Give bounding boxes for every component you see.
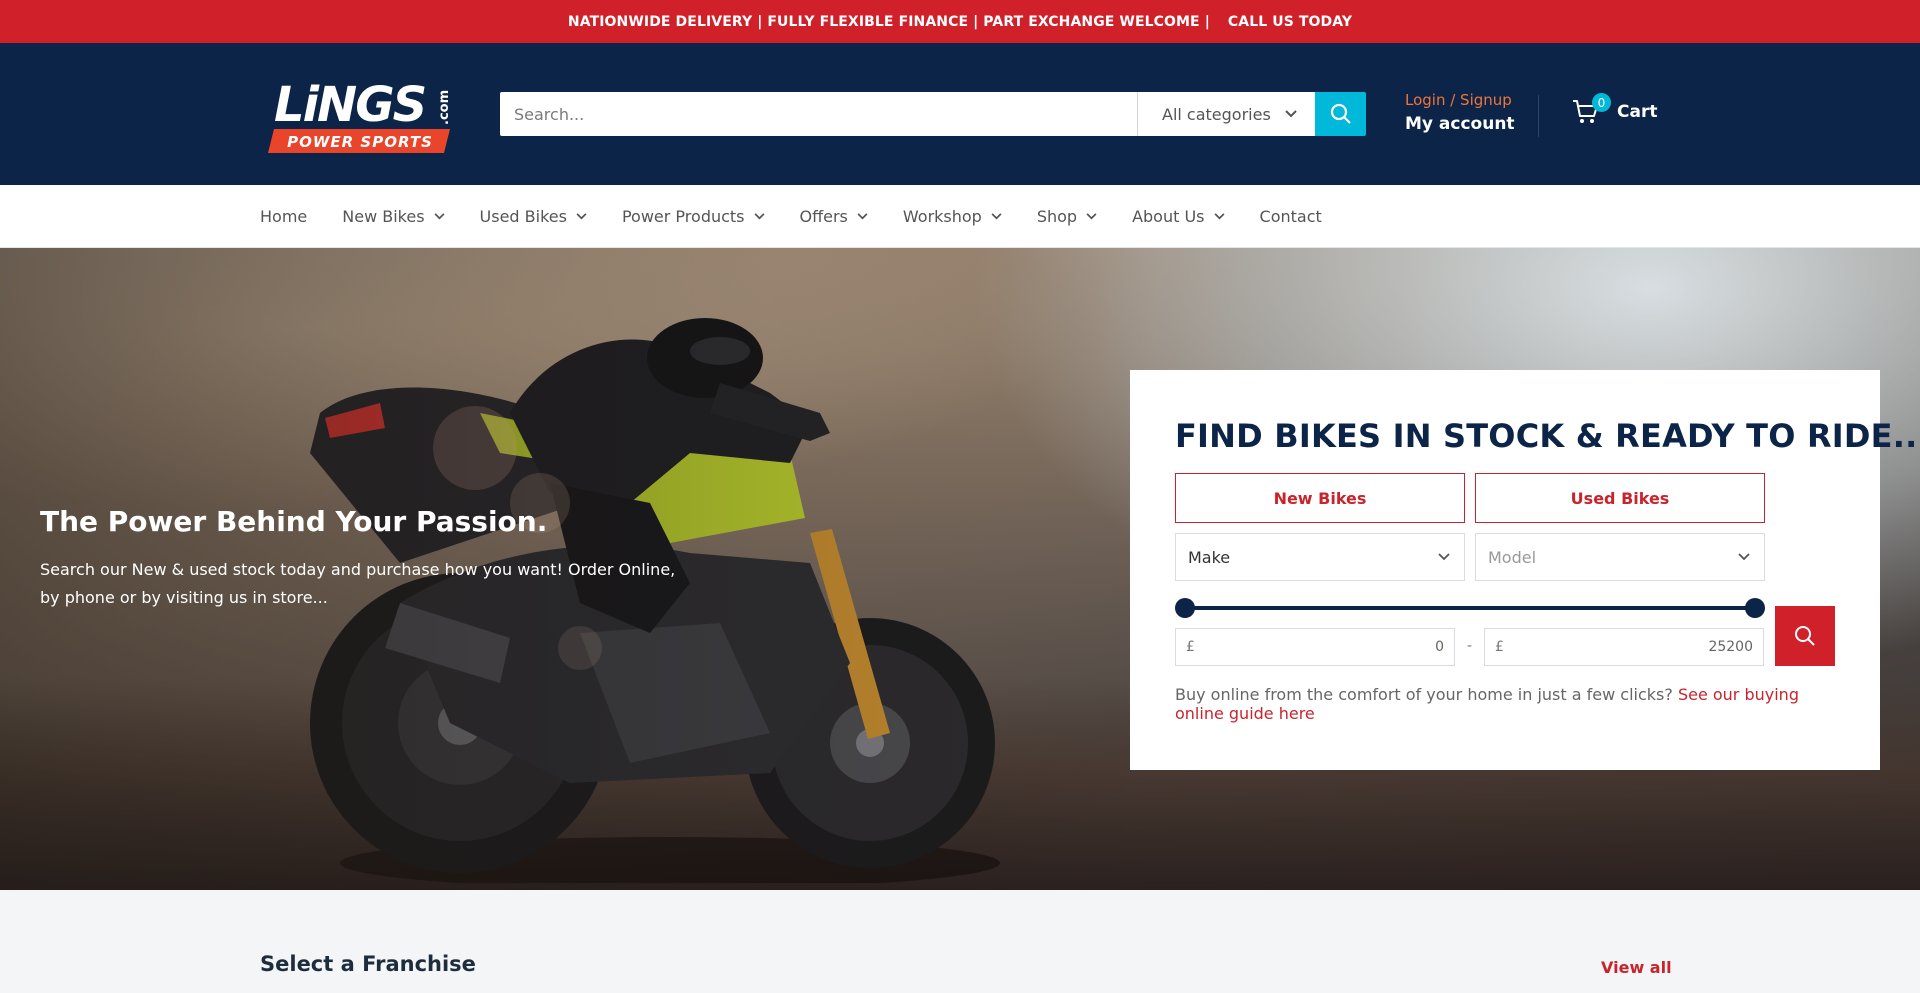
site-header: LiNGS .com POWER SPORTS All categories L…: [0, 43, 1920, 185]
nav-power-products[interactable]: Power Products: [622, 207, 765, 226]
nav-new-bikes[interactable]: New Bikes: [342, 206, 445, 226]
nav-contact-label: Contact: [1259, 206, 1322, 226]
chevron-down-icon: [434, 212, 445, 219]
nav-used-bikes[interactable]: Used Bikes: [480, 207, 587, 226]
nav-power-products-label: Power Products: [621, 206, 745, 226]
price-min-value: 0: [1435, 639, 1444, 655]
chevron-down-icon: [1086, 212, 1097, 219]
franchise-title: Select a Franchise: [260, 952, 476, 976]
chevron-down-icon: [754, 212, 765, 219]
finder-title: FIND BIKES IN STOCK & READY TO RIDE...: [1175, 417, 1920, 455]
make-select-label: Make: [1188, 547, 1231, 567]
buying-note-text: Buy online from the comfort of your home…: [1175, 685, 1673, 704]
currency-symbol: £: [1186, 639, 1195, 655]
call-us-link[interactable]: CALL US TODAY: [1228, 14, 1352, 30]
hero-title: The Power Behind Your Passion.: [40, 505, 548, 538]
nav-home[interactable]: Home: [260, 207, 307, 226]
nav-offers-label: Offers: [799, 206, 848, 226]
cart-label: Cart: [1617, 102, 1658, 122]
make-select[interactable]: Make: [1175, 533, 1465, 581]
logo-wordmark: LiNGS: [274, 77, 425, 133]
chevron-down-icon: [857, 212, 868, 219]
search-input[interactable]: [500, 92, 1137, 136]
new-bikes-tab[interactable]: New Bikes: [1175, 473, 1465, 523]
price-min-handle[interactable]: [1175, 598, 1195, 618]
used-bikes-tab[interactable]: Used Bikes: [1475, 473, 1765, 523]
currency-symbol: £: [1495, 639, 1504, 655]
category-select[interactable]: All categories: [1137, 92, 1315, 136]
finder-search-button[interactable]: [1775, 606, 1835, 666]
hero-description: Search our New & used stock today and pu…: [40, 560, 676, 607]
search-icon: [1330, 103, 1351, 124]
nav-about-us[interactable]: About Us: [1132, 206, 1225, 226]
cart-button[interactable]: 0 Cart: [1572, 93, 1658, 125]
nav-home-label: Home: [260, 206, 308, 226]
logo-tagline: POWER SPORTS: [287, 133, 433, 151]
price-max-value: 25200: [1708, 639, 1753, 655]
price-max-field[interactable]: £ 25200: [1484, 628, 1764, 666]
chevron-down-icon: [1738, 553, 1750, 561]
main-nav: Home New Bikes Used Bikes Power Products…: [0, 185, 1920, 248]
promo-banner: NATIONWIDE DELIVERY | FULLY FLEXIBLE FIN…: [0, 0, 1920, 43]
model-select[interactable]: Model: [1475, 533, 1765, 581]
my-account-link[interactable]: My account: [1405, 114, 1515, 134]
nav-contact[interactable]: Contact: [1260, 207, 1322, 226]
login-signup-link[interactable]: Login / Signup: [1405, 91, 1515, 109]
search-icon: [1795, 626, 1815, 646]
nav-offers[interactable]: Offers: [800, 207, 868, 226]
nav-new-bikes-label: New Bikes: [342, 206, 425, 226]
chevron-down-icon: [576, 212, 587, 219]
price-separator: -: [1467, 638, 1473, 654]
view-all-link[interactable]: View all: [1601, 958, 1672, 977]
nav-shop[interactable]: Shop: [1037, 207, 1097, 226]
price-min-field[interactable]: £ 0: [1175, 628, 1455, 666]
nav-shop-label: Shop: [1036, 206, 1078, 226]
lings-logo[interactable]: LiNGS .com POWER SPORTS: [268, 73, 452, 157]
chevron-down-icon: [991, 212, 1002, 219]
nav-used-bikes-label: Used Bikes: [479, 206, 567, 226]
nav-workshop-label: Workshop: [902, 206, 982, 226]
model-select-label: Model: [1488, 547, 1537, 567]
promo-message: NATIONWIDE DELIVERY | FULLY FLEXIBLE FIN…: [567, 13, 1210, 30]
search-bar: All categories: [500, 92, 1366, 136]
chevron-down-icon: [1214, 212, 1225, 219]
search-button[interactable]: [1315, 92, 1366, 136]
bike-finder-card: FIND BIKES IN STOCK & READY TO RIDE... N…: [1130, 370, 1920, 770]
nav-workshop[interactable]: Workshop: [903, 207, 1002, 226]
account-area: Login / Signup My account: [1405, 91, 1515, 134]
cart-count-badge: 0: [1592, 93, 1611, 112]
logo-suffix: .com: [437, 90, 452, 125]
price-max-handle[interactable]: [1745, 598, 1765, 618]
chevron-down-icon: [1285, 110, 1297, 118]
header-divider: [1538, 95, 1539, 137]
nav-about-us-label: About Us: [1132, 206, 1205, 226]
price-range-track[interactable]: [1185, 606, 1753, 610]
chevron-down-icon: [1438, 553, 1450, 561]
category-select-label: All categories: [1162, 104, 1271, 124]
buying-note: Buy online from the comfort of your home…: [1175, 685, 1835, 723]
